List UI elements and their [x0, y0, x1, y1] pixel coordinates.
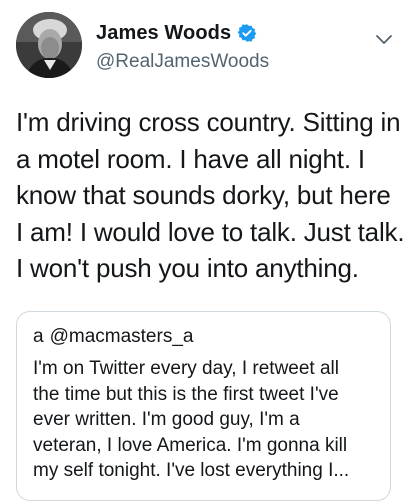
author-avatar[interactable] [16, 12, 82, 78]
tweet-text-line: I am! I would love to talk. Just talk. [16, 216, 405, 247]
portrait-avatar-icon [16, 12, 82, 78]
quoted-text-line: the time but this is the first tweet I'v… [33, 383, 339, 405]
quoted-tweet-header: a @macmasters_a [33, 326, 378, 348]
quoted-author-handle: @macmasters_a [49, 326, 194, 347]
tweet-text-line: a motel room. I have all night. I [16, 143, 365, 174]
quoted-text-line: ever written. I'm good guy, I'm a [33, 409, 300, 431]
author-name-row: James Woods [96, 21, 269, 45]
tweet-header: James Woods @RealJamesWoods [16, 12, 397, 78]
tweet-text-line: know that sounds dorky, but here [16, 180, 391, 210]
quoted-tweet-text: I'm on Twitter every day, I retweet all … [33, 356, 378, 484]
author-display-name[interactable]: James Woods [96, 22, 231, 45]
author-handle[interactable]: @RealJamesWoods [96, 51, 269, 73]
quoted-text-line: I'm on Twitter every day, I retweet all [33, 358, 339, 379]
quoted-tweet[interactable]: a @macmasters_a I'm on Twitter every day,… [16, 311, 391, 501]
tweet-text-line: I won't push you into anything. [16, 253, 359, 283]
quoted-author-name: a [33, 326, 44, 347]
tweet-text: I'm driving cross country. Sitting in a … [16, 104, 405, 287]
quoted-text-line: veteran, I love America. I'm gonna kill [33, 434, 348, 456]
chevron-down-icon[interactable] [373, 28, 395, 50]
tweet-text-line: I'm driving cross country. Sitting in [16, 107, 401, 137]
author-info: James Woods @RealJamesWoods [96, 21, 269, 73]
quoted-text-line: my self tonight. I've lost everything I.… [33, 460, 350, 482]
tweet: James Woods @RealJamesWoods I'm driving … [0, 0, 409, 501]
verified-badge-icon [237, 23, 257, 43]
